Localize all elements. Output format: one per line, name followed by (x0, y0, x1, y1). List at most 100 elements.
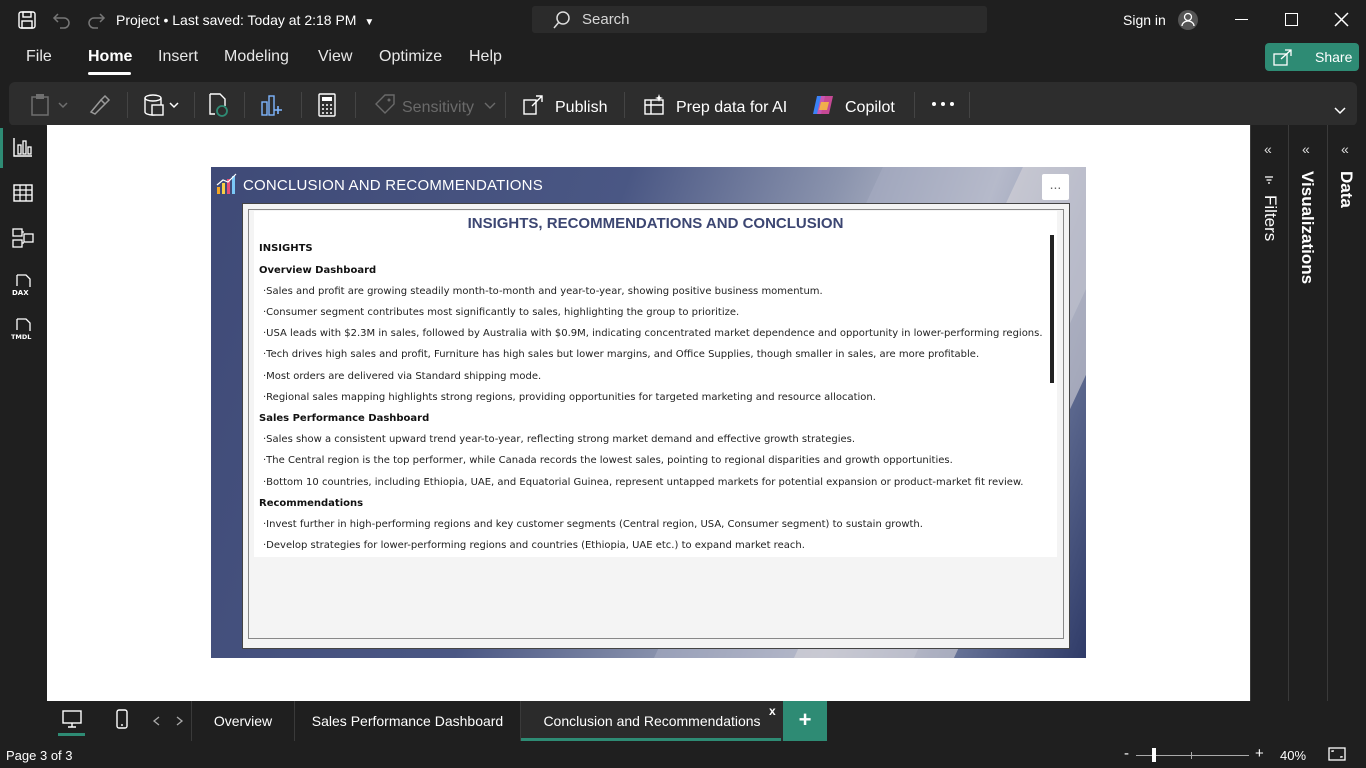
prep-data-icon[interactable] (643, 92, 667, 118)
new-visual-icon[interactable] (259, 92, 285, 118)
visualizations-label[interactable]: Visualizations (1297, 171, 1317, 284)
ribbon-separator (194, 92, 195, 118)
doc-bullet: ·Most orders are delivered via Standard … (263, 371, 542, 382)
sensitivity-icon[interactable] (373, 92, 397, 118)
chevron-down-icon (484, 102, 496, 110)
ribbon-separator (914, 92, 915, 118)
ribbon-separator (355, 92, 356, 118)
sign-in-link[interactable]: Sign in (1123, 12, 1166, 28)
desktop-layout-icon[interactable] (62, 709, 82, 729)
tab-overview[interactable]: Overview (192, 701, 295, 741)
home-active-indicator (88, 72, 131, 75)
minimize-icon[interactable] (1235, 19, 1248, 20)
nav-active-indicator (0, 128, 3, 168)
calculator-icon[interactable] (315, 92, 339, 118)
get-data-icon[interactable] (142, 92, 184, 118)
zoom-in-button[interactable]: + (1255, 745, 1264, 762)
prep-data-label[interactable]: Prep data for AI (676, 99, 787, 117)
filters-pane[interactable]: « Filters (1250, 125, 1288, 701)
menu-modeling[interactable]: Modeling (224, 48, 289, 66)
share-label: Share (1315, 49, 1353, 65)
redo-icon[interactable] (86, 10, 106, 30)
sensitivity-label[interactable]: Sensitivity (402, 99, 474, 117)
fit-to-page-icon[interactable] (1328, 747, 1346, 761)
search-input[interactable]: Search (532, 6, 987, 33)
maximize-icon[interactable] (1285, 13, 1298, 26)
expand-visualizations-icon[interactable]: « (1302, 141, 1310, 157)
doc-bullet: ·Sales and profit are growing steadily m… (263, 286, 823, 297)
undo-icon[interactable] (52, 10, 72, 30)
expand-data-icon[interactable]: « (1341, 141, 1349, 157)
collapse-filters-icon[interactable]: « (1264, 141, 1272, 157)
model-view-icon[interactable] (11, 226, 35, 250)
text-box-content[interactable] (254, 211, 1057, 557)
tab-sales-performance-dashboard[interactable]: Sales Performance Dashboard (295, 701, 521, 741)
report-header-title: CONCLUSION AND RECOMMENDATIONS (243, 177, 543, 194)
data-pane[interactable]: « Data (1327, 125, 1366, 701)
visual-more-options-button[interactable]: ... (1042, 174, 1069, 200)
report-view-icon[interactable] (11, 135, 35, 159)
paste-icon[interactable] (29, 92, 71, 118)
page-tab-bar: Overview Sales Performance Dashboard Con… (46, 701, 1288, 741)
doc-bullet: ·Regional sales mapping highlights stron… (263, 392, 876, 403)
svg-text:DAX: DAX (12, 289, 29, 297)
data-label[interactable]: Data (1336, 171, 1356, 208)
filter-icon (1264, 175, 1274, 185)
project-title[interactable]: Project • Last saved: Today at 2:18 PM ▼ (116, 12, 374, 28)
publish-label[interactable]: Publish (555, 99, 607, 117)
desktop-layout-indicator (58, 733, 85, 736)
visualizations-pane[interactable]: « Visualizations (1288, 125, 1327, 701)
ribbon-separator (505, 92, 506, 118)
view-switcher: DAX TMDL (0, 125, 46, 700)
ribbon-separator (969, 92, 970, 118)
scroll-right-icon[interactable] (176, 716, 184, 726)
doc-bullet: ·Consumer segment contributes most signi… (263, 307, 740, 318)
close-tab-icon[interactable]: x (769, 704, 776, 718)
scroll-left-icon[interactable] (152, 716, 160, 726)
page-indicator: Page 3 of 3 (6, 748, 73, 763)
tmdl-view-icon[interactable]: TMDL (11, 317, 35, 341)
tab-conclusion-and-recommendations[interactable]: Conclusion and Recommendations (521, 701, 783, 741)
zoom-slider-thumb[interactable] (1152, 748, 1156, 762)
mobile-layout-icon[interactable] (115, 709, 129, 729)
format-painter-icon[interactable] (87, 92, 111, 118)
menu-file[interactable]: File (26, 48, 52, 66)
dax-query-view-icon[interactable]: DAX (11, 273, 35, 297)
publish-icon[interactable] (522, 92, 546, 118)
close-icon[interactable] (1334, 12, 1349, 27)
save-icon[interactable] (17, 10, 37, 30)
search-placeholder: Search (582, 11, 630, 28)
ribbon-separator (244, 92, 245, 118)
share-button[interactable]: Share (1265, 43, 1359, 71)
copilot-icon[interactable] (811, 92, 835, 118)
ribbon-separator (127, 92, 128, 118)
filters-label[interactable]: Filters (1260, 195, 1280, 241)
last-saved-label: Last saved: Today at 2:18 PM (172, 12, 357, 28)
menu-view[interactable]: View (318, 48, 352, 66)
svg-text:TMDL: TMDL (11, 333, 31, 341)
menu-insert[interactable]: Insert (158, 48, 198, 66)
doc-bullet: ·USA leads with $2.3M in sales, followed… (263, 328, 1043, 339)
user-avatar-icon[interactable] (1177, 9, 1199, 31)
menu-help[interactable]: Help (469, 48, 502, 66)
doc-bullet: ·Develop strategies for lower-performing… (263, 540, 805, 551)
zoom-level[interactable]: 40% (1280, 748, 1306, 763)
doc-heading: Sales Performance Dashboard (259, 413, 430, 424)
doc-bullet: ·Invest further in high-performing regio… (263, 519, 923, 530)
doc-bullet: ·Tech drives high sales and profit, Furn… (263, 349, 980, 360)
more-options-icon[interactable] (931, 100, 955, 108)
table-view-icon[interactable] (11, 181, 35, 205)
add-page-button[interactable]: + (783, 701, 827, 741)
title-separator: • (163, 12, 169, 28)
menu-home[interactable]: Home (88, 48, 132, 66)
doc-heading: Recommendations (259, 498, 364, 509)
doc-heading: INSIGHTS (259, 243, 313, 254)
doc-bullet: ·The Central region is the top performer… (263, 455, 953, 466)
refresh-icon[interactable] (206, 92, 230, 118)
zoom-out-button[interactable]: - (1124, 745, 1129, 762)
menu-optimize[interactable]: Optimize (379, 48, 442, 66)
copilot-label[interactable]: Copilot (845, 99, 895, 117)
doc-bullet: ·Sales show a consistent upward trend ye… (263, 434, 856, 445)
ribbon-expand-chevron-icon[interactable] (1334, 107, 1346, 115)
text-box-scrollbar[interactable] (1050, 235, 1054, 383)
